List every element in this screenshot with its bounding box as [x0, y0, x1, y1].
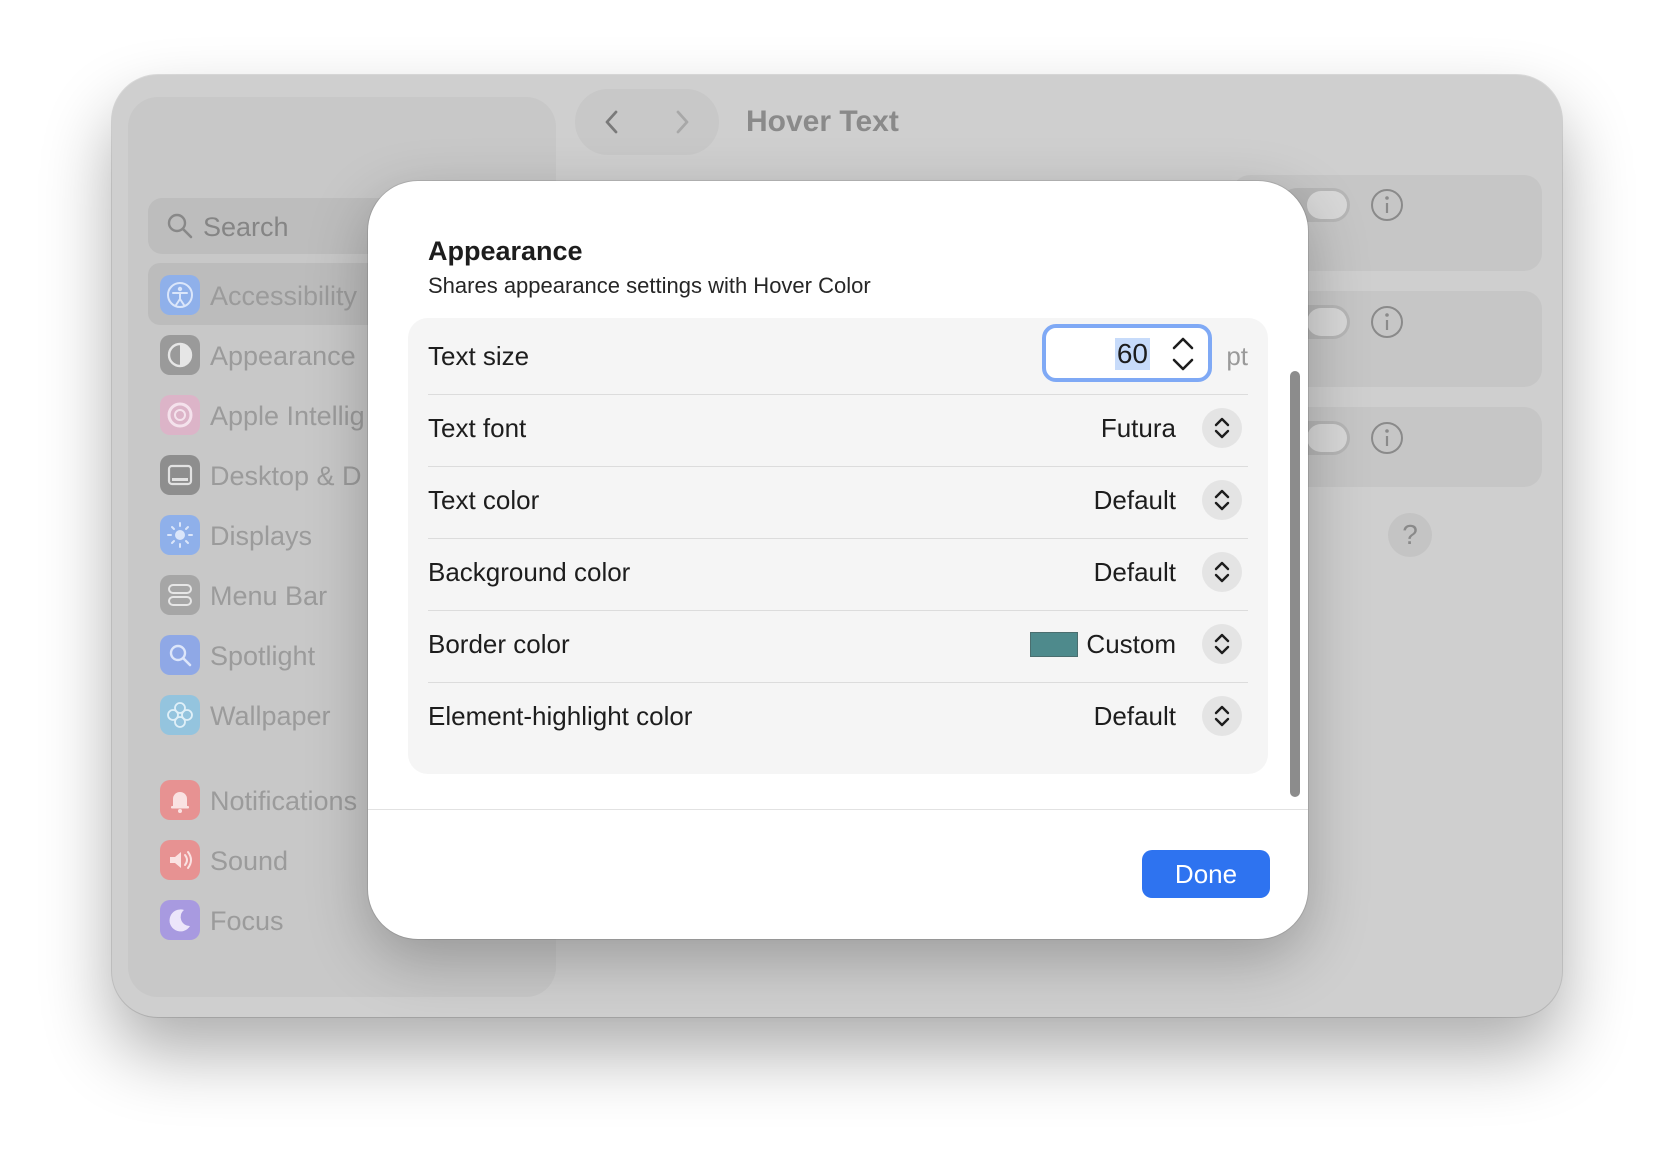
sidebar-item-label: Desktop & D: [210, 461, 362, 491]
text-font-popup-button[interactable]: [1202, 408, 1242, 448]
info-icon[interactable]: [1369, 420, 1405, 456]
wallpaper-icon: [160, 695, 200, 735]
background-color-popup-button[interactable]: [1202, 552, 1242, 592]
appearance-sheet: Appearance Shares appearance settings wi…: [368, 181, 1308, 939]
text-color-label: Text color: [428, 485, 540, 515]
background-color-row[interactable]: Background color Default: [428, 534, 1248, 611]
chevron-up-down-icon: [1214, 417, 1230, 439]
border-color-popup-button[interactable]: [1202, 624, 1242, 664]
sidebar-item-label: Sound: [210, 846, 289, 876]
sheet-subtitle: Shares appearance settings with Hover Co…: [428, 273, 871, 298]
border-color-swatch: [1030, 632, 1078, 657]
text-font-value[interactable]: Futura: [1101, 413, 1176, 444]
text-color-value[interactable]: Default: [1094, 485, 1176, 516]
help-button[interactable]: ?: [1388, 513, 1432, 557]
search-icon: [167, 213, 193, 239]
displays-icon: [160, 515, 200, 555]
sidebar-item-label: Focus: [210, 906, 284, 936]
chevron-up-down-icon: [1214, 489, 1230, 511]
text-size-value[interactable]: 60: [1114, 338, 1150, 370]
notifications-icon: [160, 780, 200, 820]
appearance-settings-group: Text size 60 pt Text font Futura Text co…: [408, 318, 1268, 774]
sidebar-item-label: Apple Intellig: [210, 401, 365, 431]
chevron-up-down-icon: [1214, 633, 1230, 655]
focus-icon: [160, 900, 200, 940]
border-color-value[interactable]: Custom: [1086, 629, 1176, 660]
apple-intelligence-icon: [160, 395, 200, 435]
border-color-label: Border color: [428, 629, 570, 659]
chevron-right-icon[interactable]: [667, 107, 697, 137]
chevron-up-down-icon: [1214, 561, 1230, 583]
text-font-label: Text font: [428, 413, 527, 443]
desktop-dock-icon: [160, 455, 200, 495]
sidebar-item-label: Displays: [210, 521, 313, 551]
info-icon[interactable]: [1369, 304, 1405, 340]
footer-divider: [368, 809, 1308, 810]
sidebar-item-label: Spotlight: [210, 641, 316, 671]
window-title: Hover Text: [746, 105, 899, 138]
text-color-popup-button[interactable]: [1202, 480, 1242, 520]
text-size-unit: pt: [1226, 341, 1248, 371]
element-highlight-color-value[interactable]: Default: [1094, 701, 1176, 732]
text-font-row[interactable]: Text font Futura: [428, 390, 1248, 467]
sidebar-item-label: Appearance: [210, 341, 356, 371]
chevron-left-icon[interactable]: [597, 107, 627, 137]
sidebar-item-label: Accessibility: [210, 281, 358, 311]
element-highlight-color-row[interactable]: Element-highlight color Default: [428, 678, 1248, 755]
done-button[interactable]: Done: [1142, 850, 1270, 898]
chevron-up-down-icon: [1214, 705, 1230, 727]
sidebar-item-label: Notifications: [210, 786, 358, 816]
text-size-stepper-icon[interactable]: [1168, 334, 1198, 374]
info-icon[interactable]: [1369, 187, 1405, 223]
search-placeholder: Search: [203, 212, 289, 242]
text-color-row[interactable]: Text color Default: [428, 462, 1248, 539]
border-color-row[interactable]: Border color Custom: [428, 606, 1248, 683]
element-highlight-color-popup-button[interactable]: [1202, 696, 1242, 736]
text-size-input[interactable]: 60: [1042, 324, 1212, 382]
scrollbar[interactable]: [1290, 371, 1300, 797]
text-size-label: Text size: [428, 341, 530, 371]
element-highlight-color-label: Element-highlight color: [428, 701, 693, 731]
sound-icon: [160, 840, 200, 880]
background-color-label: Background color: [428, 557, 631, 587]
sidebar-item-label: Wallpaper: [210, 701, 331, 731]
navigation-buttons: [575, 89, 719, 155]
spotlight-icon: [160, 635, 200, 675]
sheet-title: Appearance: [428, 236, 583, 266]
menu-bar-icon: [160, 575, 200, 615]
text-size-row: Text size 60 pt: [428, 318, 1248, 395]
accessibility-icon: [160, 275, 200, 315]
appearance-icon: [160, 335, 200, 375]
sidebar-item-label: Menu Bar: [210, 581, 328, 611]
background-color-value[interactable]: Default: [1094, 557, 1176, 588]
